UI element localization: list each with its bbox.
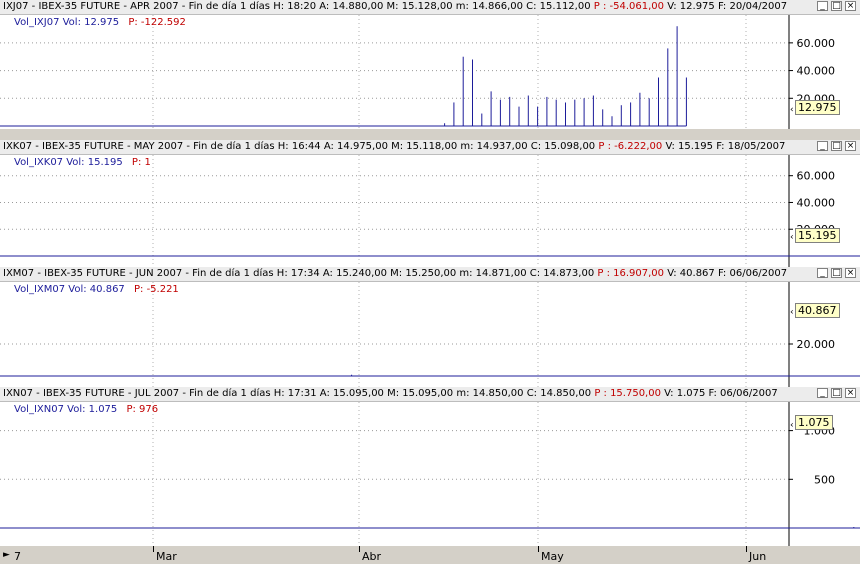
pane-header: IXM07 - IBEX-35 FUTURE - JUN 2007 - Fin …	[3, 268, 595, 279]
y-tick-label: 40.000	[797, 196, 836, 209]
minimize-button[interactable]: _	[817, 268, 828, 278]
y-tick-label: 500	[814, 473, 835, 486]
minimize-button[interactable]: _	[817, 141, 828, 151]
legend-p: P: 1	[131, 157, 151, 168]
x-tick	[538, 546, 539, 552]
restore-button[interactable]: □	[831, 141, 842, 151]
pane-header: IXJ07 - IBEX-35 FUTURE - APR 2007 - Fin …	[3, 1, 591, 12]
chart-pane-ixk07: IXK07 - IBEX-35 FUTURE - MAY 2007 - Fin …	[0, 140, 860, 269]
pane-title-bar: IXK07 - IBEX-35 FUTURE - MAY 2007 - Fin …	[0, 140, 860, 155]
pane-header: IXK07 - IBEX-35 FUTURE - MAY 2007 - Fin …	[3, 141, 596, 152]
close-button[interactable]: ×	[845, 1, 856, 11]
last-value-marker-icon: ‹	[790, 308, 794, 318]
legend-series: Vol_IXJ07 Vol: 12.975	[14, 17, 120, 28]
scroll-left-icon[interactable]: ►	[3, 550, 10, 560]
volume-chart: 5001.000‹	[0, 402, 860, 546]
time-axis[interactable]: ► 7 Mar Abr May Jun	[0, 546, 860, 564]
x-label-abr: Abr	[362, 550, 382, 563]
volume-chart: 20.00040.00060.000‹	[0, 15, 836, 129]
legend-p: P: 976	[126, 404, 159, 415]
close-button[interactable]: ×	[845, 268, 856, 278]
minimize-button[interactable]: _	[817, 1, 828, 11]
chart-pane-ixm07: IXM07 - IBEX-35 FUTURE - JUN 2007 - Fin …	[0, 267, 860, 389]
legend-p: P: -5.221	[133, 284, 179, 295]
plot-area[interactable]: 20.00040.00060.000‹ Vol_IXK07 Vol: 15.19…	[0, 155, 860, 268]
x-tick	[359, 546, 360, 552]
pane-header-tail: V: 40.867 F: 06/06/2007	[667, 268, 788, 279]
plot-area[interactable]: 20.000 ‹ Vol_IXM07 Vol: 40.867 P: -5.221 …	[0, 282, 860, 388]
legend-series: Vol_IXN07 Vol: 1.075	[14, 404, 118, 415]
restore-button[interactable]: □	[831, 1, 842, 11]
pane-header-tail: V: 12.975 F: 20/04/2007	[667, 1, 788, 12]
volume-chart: 20.000 ‹	[0, 282, 860, 388]
last-value-marker-icon: ‹	[790, 420, 794, 430]
legend-series: Vol_IXM07 Vol: 40.867	[14, 284, 125, 295]
close-button[interactable]: ×	[845, 388, 856, 398]
pane-header-p: P : -6.222,00	[598, 141, 663, 152]
y-tick-label: 40.000	[797, 65, 836, 78]
pane-header-tail: V: 1.075 F: 06/06/2007	[664, 388, 778, 399]
x-label-may: May	[541, 550, 564, 563]
restore-button[interactable]: □	[831, 268, 842, 278]
last-value-marker-icon: ‹	[790, 105, 794, 115]
legend-series: Vol_IXK07 Vol: 15.195	[14, 157, 123, 168]
restore-button[interactable]: □	[831, 388, 842, 398]
pane-title-bar: IXN07 - IBEX-35 FUTURE - JUL 2007 - Fin …	[0, 387, 860, 402]
plot-area[interactable]: 20.000 40.000 60.000 ‹ Vol_IXJ07 Vol: 12.97…	[0, 15, 860, 129]
pane-header-p: P : -54.061,00	[593, 1, 665, 12]
last-value-label: 12.975	[795, 100, 840, 116]
x-label-mar: Mar	[156, 550, 177, 563]
axis-left-stub: 7	[14, 550, 21, 563]
last-value-label: 15.195	[795, 227, 840, 243]
minimize-button[interactable]: _	[817, 388, 828, 398]
pane-title-bar: IXJ07 - IBEX-35 FUTURE - APR 2007 - Fin …	[0, 0, 860, 15]
pane-title-bar: IXM07 - IBEX-35 FUTURE - JUN 2007 - Fin …	[0, 267, 860, 282]
chart-pane-ixj07: IXJ07 - IBEX-35 FUTURE - APR 2007 - Fin …	[0, 0, 860, 142]
x-tick	[153, 546, 154, 552]
last-value-label: 40.867	[795, 302, 840, 318]
pane-header-p: P : 15.750,00	[594, 388, 661, 399]
y-tick-label: 20.000	[797, 338, 836, 351]
pane-header-tail: V: 15.195 F: 18/05/2007	[665, 141, 786, 152]
y-tick-label: 60.000	[797, 170, 836, 183]
y-tick-label: 60.000	[797, 37, 836, 50]
close-button[interactable]: ×	[845, 141, 856, 151]
plot-area[interactable]: 500 1.000 ‹ Vol_IXN07 Vol: 1.075 P: 976 1.…	[0, 402, 860, 546]
legend-p: P: -122.592	[128, 17, 186, 28]
pane-header: IXN07 - IBEX-35 FUTURE - JUL 2007 - Fin …	[3, 388, 592, 399]
pane-header-p: P : 16.907,00	[597, 268, 665, 279]
x-label-jun: Jun	[749, 550, 767, 563]
x-tick	[746, 546, 747, 552]
volume-chart: 20.00040.00060.000‹	[0, 155, 860, 268]
last-value-label: 1.075	[795, 415, 833, 431]
last-value-marker-icon: ‹	[790, 233, 794, 243]
chart-pane-ixn07: IXN07 - IBEX-35 FUTURE - JUL 2007 - Fin …	[0, 387, 860, 546]
